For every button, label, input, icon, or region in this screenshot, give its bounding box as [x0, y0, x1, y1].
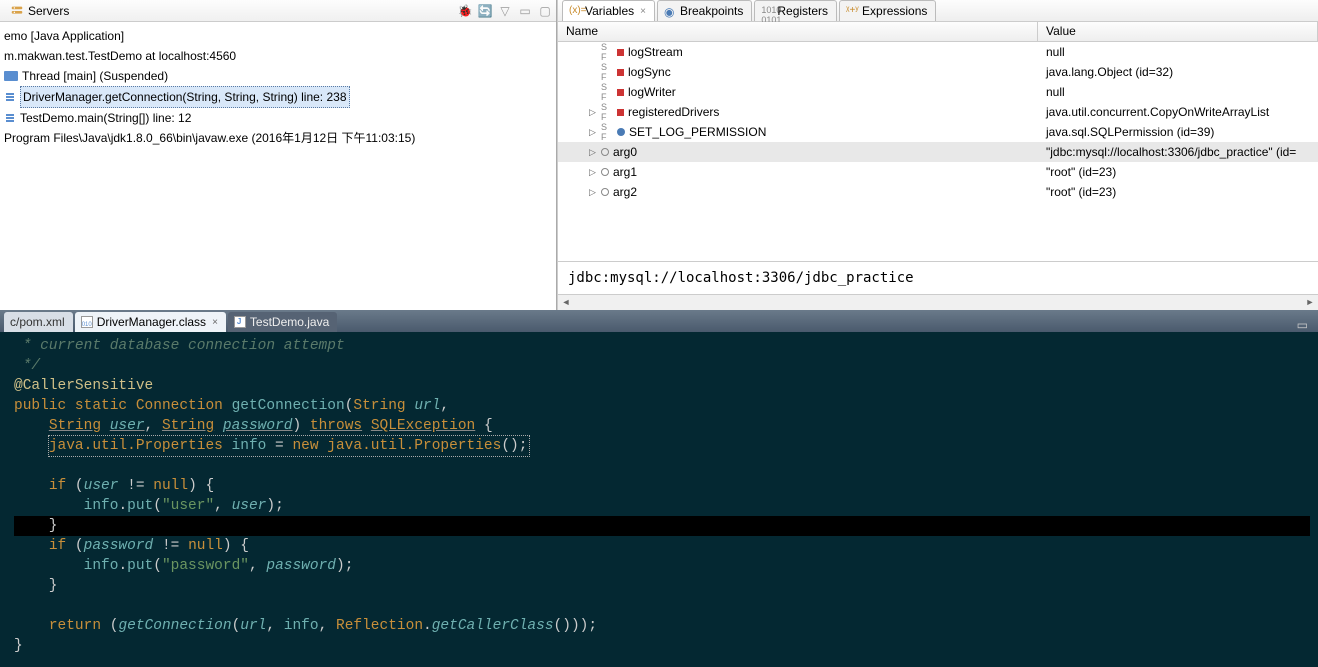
process-node[interactable]: Program Files\Java\jdk1.8.0_66\bin\javaw… — [0, 128, 556, 148]
variable-name: arg0 — [613, 145, 637, 159]
thread-icon — [4, 71, 18, 81]
registers-icon: 10100101 — [761, 5, 773, 17]
stackframe-icon — [4, 113, 16, 123]
variable-row[interactable]: SF logStream null — [558, 42, 1318, 62]
variable-row[interactable]: ▷ SF registeredDrivers java.util.concurren… — [558, 102, 1318, 122]
scroll-left-icon[interactable]: ◄ — [558, 295, 574, 309]
field-icon — [617, 69, 624, 76]
variable-name: arg2 — [613, 185, 637, 199]
tab-expressions[interactable]: ᵡ+ʸ Expressions — [839, 0, 936, 21]
variable-name: logStream — [628, 45, 683, 59]
launch-node[interactable]: emo [Java Application] — [0, 26, 556, 46]
variable-row[interactable]: SF logSync java.lang.Object (id=32) — [558, 62, 1318, 82]
menu-dropdown-icon[interactable]: ▽ — [498, 4, 512, 18]
editor-tab-drivermanager[interactable]: DriverManager.class × — [75, 312, 226, 332]
variables-pane: (x)= Variables × ◉ Breakpoints 10100101 … — [557, 0, 1318, 310]
tab-variables[interactable]: (x)= Variables × — [562, 0, 655, 21]
variable-detail[interactable]: jdbc:mysql://localhost:3306/jdbc_practic… — [558, 261, 1318, 294]
classfile-icon — [81, 316, 93, 328]
variable-value: java.util.concurrent.CopyOnWriteArrayLis… — [1038, 105, 1318, 119]
servers-tab[interactable]: Servers — [4, 2, 75, 20]
editor-tab-pom[interactable]: c/pom.xml — [4, 312, 73, 332]
close-icon[interactable]: × — [640, 6, 646, 17]
variable-row[interactable]: ▷ arg1 "root" (id=23) — [558, 162, 1318, 182]
source-editor[interactable]: * current database connection attempt */… — [0, 332, 1318, 667]
editor-minimize-icon[interactable]: ▭ — [1291, 318, 1314, 332]
minimize-icon[interactable]: ▭ — [518, 4, 532, 18]
col-header-value[interactable]: Value — [1038, 22, 1318, 41]
variable-row[interactable]: ▷ SF SET_LOG_PERMISSION java.sql.SQLPermis… — [558, 122, 1318, 142]
variable-value: "root" (id=23) — [1038, 185, 1318, 199]
editor-tabbar: c/pom.xml DriverManager.class × TestDemo… — [0, 310, 1318, 332]
static-field-icon: SF — [601, 122, 613, 142]
editor-area: c/pom.xml DriverManager.class × TestDemo… — [0, 310, 1318, 667]
variable-value: "root" (id=23) — [1038, 165, 1318, 179]
variable-value: java.lang.Object (id=32) — [1038, 65, 1318, 79]
variable-name: logSync — [628, 65, 671, 79]
expand-icon[interactable]: ▷ — [588, 148, 597, 157]
stack-frame[interactable]: DriverManager.getConnection(String, Stri… — [0, 86, 556, 108]
close-icon[interactable]: × — [212, 317, 218, 328]
local-var-icon — [601, 168, 609, 176]
expand-icon[interactable]: ▷ — [588, 168, 597, 177]
expand-icon[interactable]: ▷ — [588, 108, 597, 117]
static-field-icon: SF — [601, 42, 613, 62]
variables-header: Name Value — [558, 22, 1318, 42]
debug-stack-tree[interactable]: emo [Java Application] m.makwan.test.Tes… — [0, 22, 556, 148]
servers-header: Servers 🐞 🔄 ▽ ▭ ▢ — [0, 0, 556, 22]
tab-breakpoints[interactable]: ◉ Breakpoints — [657, 0, 752, 21]
horizontal-scrollbar[interactable]: ◄ ► — [558, 294, 1318, 310]
object-icon — [617, 128, 625, 136]
col-header-name[interactable]: Name — [558, 22, 1038, 41]
local-var-icon — [601, 188, 609, 196]
field-icon — [617, 49, 624, 56]
breakpoints-icon: ◉ — [664, 5, 676, 17]
javafile-icon — [234, 316, 246, 328]
variable-value: null — [1038, 85, 1318, 99]
expand-icon[interactable]: ▷ — [588, 188, 597, 197]
variable-value: "jdbc:mysql://localhost:3306/jdbc_practi… — [1038, 145, 1318, 159]
variable-name: logWriter — [628, 85, 676, 99]
variable-row[interactable]: SF logWriter null — [558, 82, 1318, 102]
variable-name: SET_LOG_PERMISSION — [629, 125, 766, 139]
variable-value: java.sql.SQLPermission (id=39) — [1038, 125, 1318, 139]
stackframe-icon — [4, 92, 16, 102]
tab-registers[interactable]: 10100101 Registers — [754, 0, 837, 21]
variables-icon: (x)= — [569, 5, 581, 17]
servers-title: Servers — [28, 4, 69, 18]
publish-icon[interactable]: 🔄 — [478, 4, 492, 18]
variable-row[interactable]: ▷ arg2 "root" (id=23) — [558, 182, 1318, 202]
field-icon — [617, 109, 624, 116]
variable-name: registeredDrivers — [628, 105, 719, 119]
profile-icon[interactable]: 🐞 — [458, 4, 472, 18]
thread-node[interactable]: Thread [main] (Suspended) — [0, 66, 556, 86]
field-icon — [617, 89, 624, 96]
local-var-icon — [601, 148, 609, 156]
static-field-icon: SF — [601, 62, 613, 82]
variables-table: Name Value SF logStream null SF logSync jav… — [558, 22, 1318, 261]
variable-name: arg1 — [613, 165, 637, 179]
target-node[interactable]: m.makwan.test.TestDemo at localhost:4560 — [0, 46, 556, 66]
stack-frame[interactable]: TestDemo.main(String[]) line: 12 — [0, 108, 556, 128]
static-field-icon: SF — [601, 82, 613, 102]
expand-icon[interactable]: ▷ — [588, 128, 597, 137]
variable-value: null — [1038, 45, 1318, 59]
debug-views-tabbar: (x)= Variables × ◉ Breakpoints 10100101 … — [558, 0, 1318, 22]
servers-icon — [10, 4, 24, 18]
scroll-right-icon[interactable]: ► — [1302, 295, 1318, 309]
expressions-icon: ᵡ+ʸ — [846, 5, 858, 17]
maximize-icon[interactable]: ▢ — [538, 4, 552, 18]
variable-row[interactable]: ▷ arg0 "jdbc:mysql://localhost:3306/jdbc_… — [558, 142, 1318, 162]
editor-tab-testdemo[interactable]: TestDemo.java — [228, 312, 337, 332]
servers-pane: Servers 🐞 🔄 ▽ ▭ ▢ emo [Java Application]… — [0, 0, 557, 310]
static-field-icon: SF — [601, 102, 613, 122]
